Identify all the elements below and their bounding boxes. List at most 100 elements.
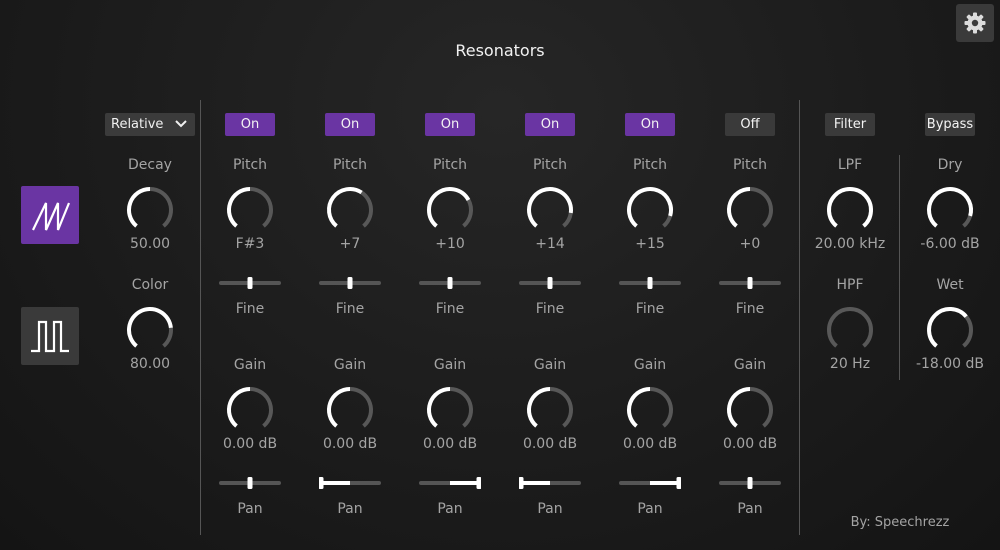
resonator-2-toggle-button[interactable]: On: [325, 113, 375, 136]
slider-thumb: [247, 477, 253, 489]
knob-value-arc: [326, 187, 363, 228]
lpf-knob[interactable]: [822, 182, 878, 238]
color-knob[interactable]: [122, 302, 178, 358]
slider-thumb: [319, 477, 324, 489]
resonator-1-gain-knob[interactable]: [222, 382, 278, 438]
resonator-6-fine-slider[interactable]: [719, 276, 781, 290]
resonator-1-fine-slider[interactable]: [219, 276, 281, 290]
resonator-6-gain-knob[interactable]: [722, 382, 778, 438]
mode-dropdown[interactable]: Relative: [105, 113, 195, 136]
dry-label: Dry: [937, 157, 963, 173]
resonator-3-pitch-knob[interactable]: [422, 182, 478, 238]
knob-value-arc: [427, 187, 471, 228]
slider-thumb: [519, 477, 524, 489]
resonator-2-gain-label: Gain: [333, 357, 367, 373]
resonator-4-gain-value: 0.00 dB: [522, 436, 578, 452]
resonator-4-pitch-knob[interactable]: [522, 182, 578, 238]
resonator-6-gain-value: 0.00 dB: [722, 436, 778, 452]
resonator-6-pitch-knob[interactable]: [722, 182, 778, 238]
author-credit: By: Speechrezz: [850, 515, 950, 530]
resonator-6-toggle-button[interactable]: Off: [725, 113, 775, 136]
resonator-5-pan-slider[interactable]: [619, 476, 681, 490]
knob-track: [449, 387, 473, 428]
knob-track: [149, 187, 173, 228]
resonator-4-toggle-button[interactable]: On: [525, 113, 575, 136]
slider-thumb: [247, 277, 253, 289]
resonator-6-pan-label: Pan: [737, 501, 763, 517]
wet-value: -18.00 dB: [915, 356, 985, 372]
slider-thumb: [547, 277, 553, 289]
resonator-3-pitch-value: +10: [435, 236, 465, 252]
dry-value: -6.00 dB: [920, 236, 980, 252]
resonator-3-pan-slider[interactable]: [419, 476, 481, 490]
resonator-3-gain-value: 0.00 dB: [422, 436, 478, 452]
resonator-5-gain-knob[interactable]: [622, 382, 678, 438]
knob-value-arc: [727, 387, 751, 428]
knob-value-arc: [527, 387, 551, 428]
knob-value-arc: [527, 187, 573, 228]
knob-track: [649, 387, 673, 428]
bypass-button[interactable]: Bypass: [925, 113, 975, 136]
resonator-3-gain-knob[interactable]: [422, 382, 478, 438]
knob-track: [249, 187, 273, 228]
square-wave-icon: [31, 320, 69, 353]
settings-button[interactable]: [956, 4, 994, 42]
resonator-1-gain-label: Gain: [233, 357, 267, 373]
resonator-5-pitch-knob[interactable]: [622, 182, 678, 238]
lpf-value: 20.00 kHz: [814, 236, 886, 252]
resonator-2-pitch-value: +7: [339, 236, 361, 252]
knob-value-arc: [927, 307, 968, 348]
resonator-4-gain-knob[interactable]: [522, 382, 578, 438]
resonator-3-pitch-label: Pitch: [432, 157, 468, 173]
knob-track: [562, 212, 573, 228]
resonator-6-pan-slider[interactable]: [719, 476, 781, 490]
slider-thumb: [447, 277, 453, 289]
color-value: 80.00: [129, 356, 171, 372]
hpf-knob[interactable]: [822, 302, 878, 358]
wet-knob[interactable]: [922, 302, 978, 358]
decay-value: 50.00: [129, 236, 171, 252]
knob-track: [749, 187, 773, 228]
saw-wave-button[interactable]: [21, 186, 79, 244]
hpf-label: HPF: [836, 277, 864, 293]
resonator-3-fine-slider[interactable]: [419, 276, 481, 290]
decay-label: Decay: [128, 157, 172, 173]
resonator-2-pan-slider[interactable]: [319, 476, 381, 490]
square-wave-button[interactable]: [21, 307, 79, 365]
chevron-down-icon: [175, 120, 187, 128]
resonator-1-pan-slider[interactable]: [219, 476, 281, 490]
resonator-5-gain-value: 0.00 dB: [622, 436, 678, 452]
resonator-3-toggle-button[interactable]: On: [425, 113, 475, 136]
dry-knob[interactable]: [922, 182, 978, 238]
knob-track: [249, 387, 273, 428]
resonator-1-toggle-button[interactable]: On: [225, 113, 275, 136]
resonator-1-pan-label: Pan: [237, 501, 263, 517]
decay-knob[interactable]: [122, 182, 178, 238]
resonator-5-toggle-button[interactable]: On: [625, 113, 675, 136]
filter-button[interactable]: Filter: [825, 113, 875, 136]
resonator-4-fine-slider[interactable]: [519, 276, 581, 290]
resonator-1-pitch-label: Pitch: [232, 157, 268, 173]
resonator-4-pan-slider[interactable]: [519, 476, 581, 490]
gear-icon: [964, 12, 986, 34]
resonator-2-fine-slider[interactable]: [319, 276, 381, 290]
resonator-1-pitch-knob[interactable]: [222, 182, 278, 238]
knob-track: [749, 387, 773, 428]
knob-value-arc: [127, 187, 151, 228]
slider-thumb: [347, 277, 353, 289]
knob-track: [962, 315, 973, 348]
knob-value-arc: [627, 387, 651, 428]
hpf-value: 20 Hz: [829, 356, 871, 372]
resonator-2-gain-knob[interactable]: [322, 382, 378, 438]
knob-value-arc: [627, 187, 673, 228]
slider-thumb: [747, 277, 753, 289]
resonator-5-fine-label: Fine: [635, 301, 665, 317]
resonator-6-pitch-value: +0: [739, 236, 761, 252]
lpf-label: LPF: [837, 157, 863, 173]
knob-value-arc: [427, 387, 451, 428]
knob-track: [962, 215, 973, 228]
resonator-2-fine-label: Fine: [335, 301, 365, 317]
resonator-6-pitch-label: Pitch: [732, 157, 768, 173]
resonator-2-pitch-knob[interactable]: [322, 182, 378, 238]
resonator-5-fine-slider[interactable]: [619, 276, 681, 290]
